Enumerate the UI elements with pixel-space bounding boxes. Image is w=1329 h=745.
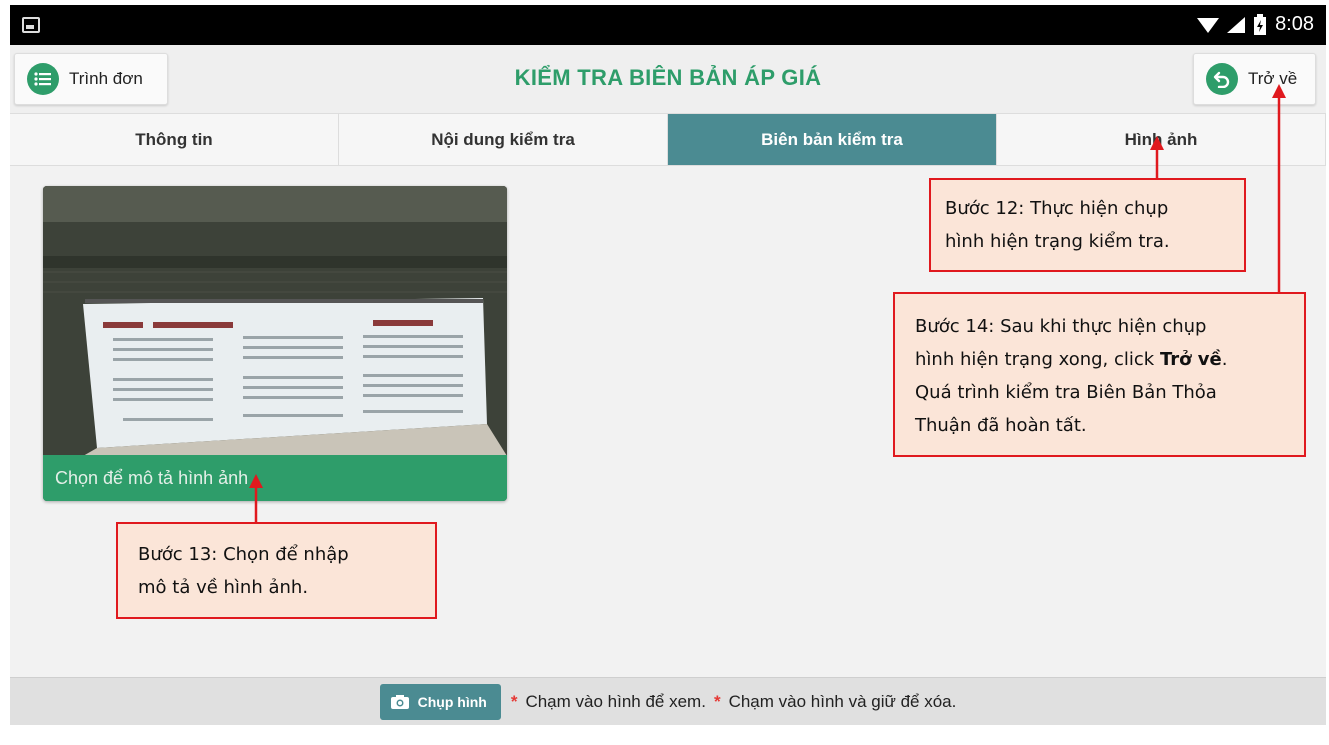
callout-text: Bước 13: Chọn để nhập xyxy=(138,544,349,565)
callout-text: mô tả về hình ảnh. xyxy=(138,577,309,598)
battery-icon xyxy=(1254,13,1267,35)
callout-step-13: Bước 13: Chọn để nhập mô tả về hình ảnh. xyxy=(116,522,437,619)
back-arrow-icon xyxy=(1206,63,1238,95)
capture-photo-button[interactable]: Chụp hình xyxy=(379,683,501,720)
tab-bar: Thông tin Nội dung kiểm tra Biên bản kiể… xyxy=(10,113,1326,166)
photo-image xyxy=(43,186,507,456)
callout-text: Thuận đã hoàn tất. xyxy=(915,415,1087,436)
header: Trình đơn KIỂM TRA BIÊN BẢN ÁP GIÁ Trở v… xyxy=(10,45,1326,113)
callout-text: hình hiện trạng xong, click xyxy=(915,349,1160,370)
hint-delete: Chạm vào hình và giữ để xóa. xyxy=(728,691,957,711)
callout-step-12: Bước 12: Thực hiện chụp hình hiện trạng … xyxy=(929,178,1246,272)
clock: 8:08 xyxy=(1275,13,1314,35)
hint-star: * xyxy=(510,691,518,711)
callout-text: hình hiện trạng xong, click Trở về. xyxy=(915,343,1290,376)
callout-text: Quá trình kiểm tra Biên Bản Thỏa xyxy=(915,382,1217,403)
hint-view: Chạm vào hình để xem. xyxy=(525,691,706,711)
callout-text: Bước 14: Sau khi thực hiện chụp xyxy=(915,316,1207,337)
bottom-bar: Chụp hình * Chạm vào hình để xem. * Chạm… xyxy=(10,677,1326,725)
camera-icon xyxy=(390,694,409,709)
signal-icon xyxy=(1227,16,1246,33)
hint-text: * Chạm vào hình để xem. * Chạm vào hình … xyxy=(511,692,957,712)
capture-label: Chụp hình xyxy=(417,693,487,710)
back-label: Trở về xyxy=(1248,69,1298,88)
callout-text: hình hiện trạng kiểm tra. xyxy=(945,231,1170,252)
callout-text: . xyxy=(1221,349,1228,370)
photo-description-field[interactable]: Chọn để mô tả hình ảnh xyxy=(43,455,507,501)
tab-bien-ban-kiem-tra[interactable]: Biên bản kiểm tra xyxy=(668,114,997,165)
status-bar: 8:08 xyxy=(10,5,1326,45)
wifi-icon xyxy=(1197,17,1220,33)
status-icons: 8:08 xyxy=(1197,13,1314,36)
photo-thumbnail[interactable]: Chọn để mô tả hình ảnh xyxy=(43,186,507,501)
tab-noi-dung-kiem-tra[interactable]: Nội dung kiểm tra xyxy=(339,114,668,165)
callout-text: Bước 12: Thực hiện chụp xyxy=(945,198,1169,219)
tab-hinh-anh[interactable]: Hình ảnh xyxy=(997,114,1326,165)
page-title: KIỂM TRA BIÊN BẢN ÁP GIÁ xyxy=(514,65,822,90)
callout-step-14: Bước 14: Sau khi thực hiện chụp hình hiệ… xyxy=(893,292,1306,457)
callout-bold-text: Trở về xyxy=(1159,349,1222,370)
back-button[interactable]: Trở về xyxy=(1193,53,1316,105)
hint-star: * xyxy=(713,691,721,711)
tab-thong-tin[interactable]: Thông tin xyxy=(10,114,339,165)
gallery-icon xyxy=(22,17,40,33)
